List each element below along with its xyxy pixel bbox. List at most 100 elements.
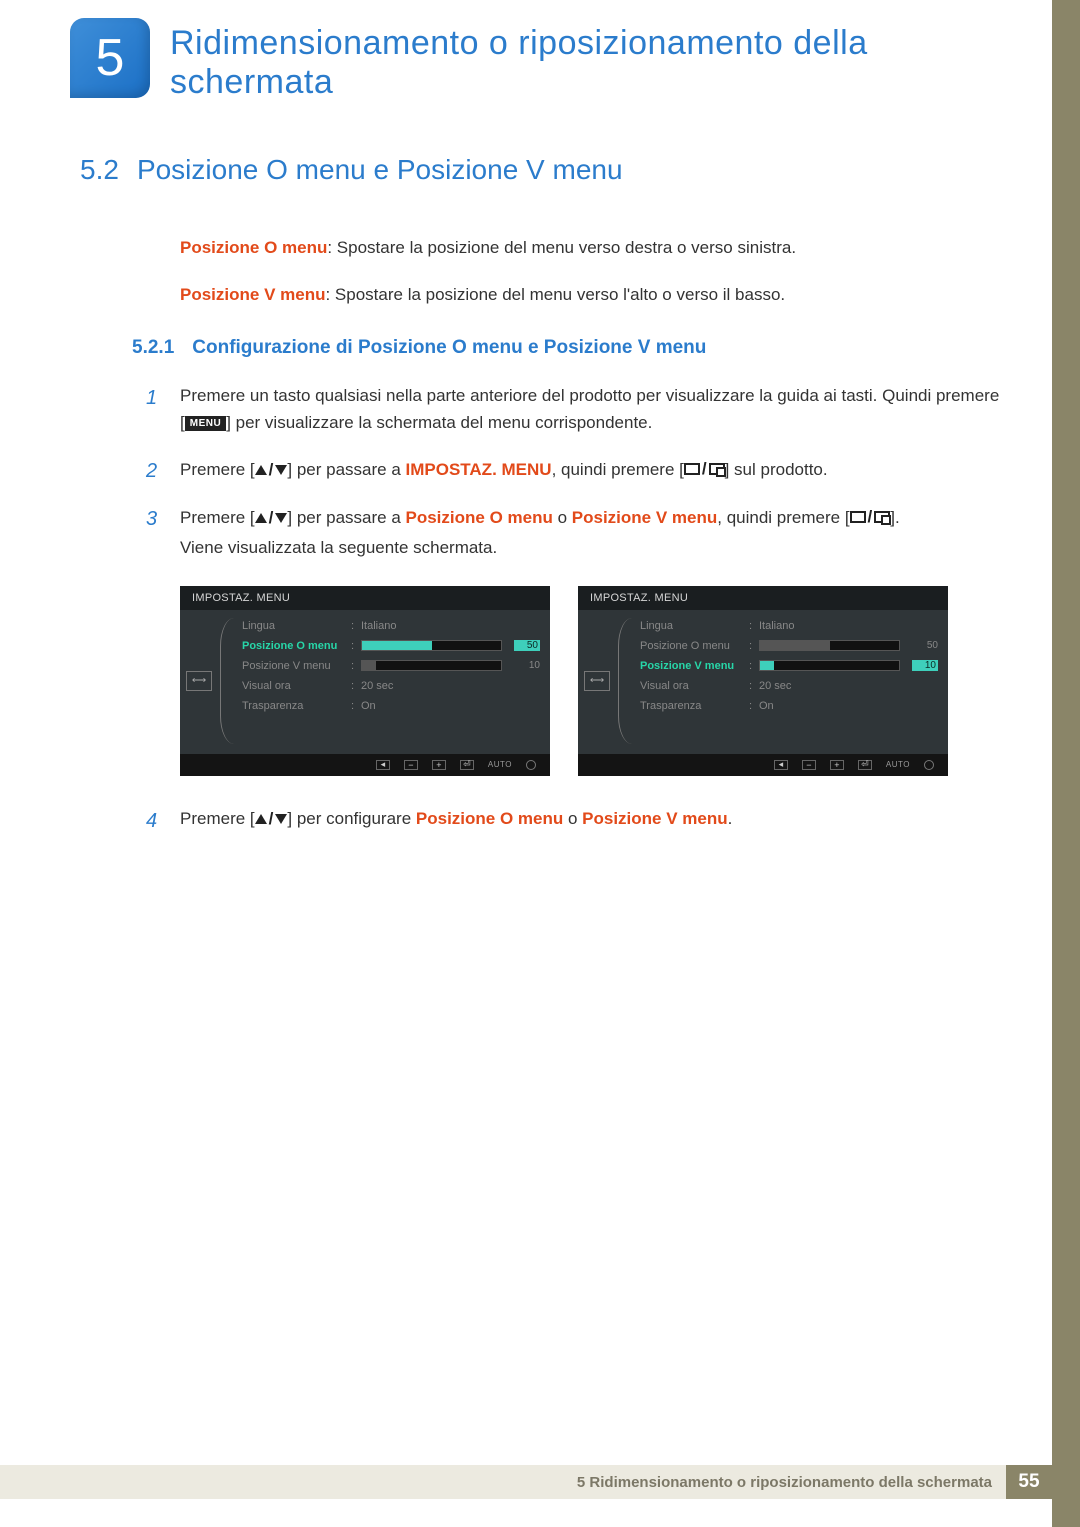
osd-side-icon: ⟷ <box>186 671 212 691</box>
osd-label: Trasparenza <box>640 700 745 712</box>
osd-curve-decoration <box>618 618 632 744</box>
osd-label: Posizione V menu <box>640 660 745 672</box>
chapter-number-badge: 5 <box>70 18 150 98</box>
page-footer: 5 Ridimensionamento o riposizionamento d… <box>0 1465 1052 1499</box>
step-text: ] per passare a <box>287 460 405 479</box>
side-accent-bar <box>1052 0 1080 1527</box>
osd-slider <box>759 660 900 671</box>
osd-item-poso: Posizione O menu:50 <box>242 640 540 652</box>
osd-item-time: Visual ora:20 sec <box>242 680 540 692</box>
footer-page-number: 55 <box>1006 1465 1052 1499</box>
osd-enter-icon: ⏎ <box>858 760 872 770</box>
triangle-down-icon <box>275 465 287 475</box>
osd-label: Posizione O menu <box>242 640 347 652</box>
osd-side-icon: ⟷ <box>584 671 610 691</box>
step-highlight: Posizione O menu <box>416 809 563 828</box>
step-text: ] per passare a <box>287 508 405 527</box>
osd-value: Italiano <box>361 620 540 632</box>
section-title: Posizione O menu e Posizione V menu <box>137 154 623 186</box>
step-number: 4 <box>146 806 162 837</box>
osd-screenshots: IMPOSTAZ. MENU ⟷ Lingua:Italiano Posizio… <box>180 586 1000 776</box>
osd-title: IMPOSTAZ. MENU <box>578 586 948 610</box>
intro-label-2: Posizione V menu <box>180 285 325 304</box>
osd-value: 20 sec <box>759 680 938 692</box>
osd-label: Visual ora <box>640 680 745 692</box>
osd-auto-label: AUTO <box>488 760 512 769</box>
intro-text-2: : Spostare la posizione del menu verso l… <box>325 285 785 304</box>
osd-value: 10 <box>514 660 540 671</box>
osd-label: Lingua <box>242 620 347 632</box>
osd-left-icon: ◂ <box>774 760 788 770</box>
step-text: Premere [ <box>180 809 255 828</box>
triangle-down-icon <box>275 814 287 824</box>
rect-enter-icon <box>709 463 725 475</box>
menu-key-icon: MENU <box>185 416 226 431</box>
intro-paragraph-2: Posizione V menu: Spostare la posizione … <box>180 283 1000 308</box>
osd-auto-label: AUTO <box>886 760 910 769</box>
step-highlight: Posizione O menu <box>406 508 553 527</box>
step-text: Premere [ <box>180 508 255 527</box>
rect-icon <box>684 463 700 475</box>
up-down-key-icon: / <box>255 806 288 832</box>
osd-plus-icon: + <box>432 760 446 770</box>
osd-label: Lingua <box>640 620 745 632</box>
osd-item-trans: Trasparenza:On <box>640 700 938 712</box>
osd-minus-icon: − <box>404 760 418 770</box>
osd-value: 20 sec <box>361 680 540 692</box>
intro-text-1: : Spostare la posizione del menu verso d… <box>327 238 796 257</box>
osd-slider <box>759 640 900 651</box>
intro-label-1: Posizione O menu <box>180 238 327 257</box>
osd-value: Italiano <box>759 620 938 632</box>
step-highlight: Posizione V menu <box>582 809 727 828</box>
step-text: ] per configurare <box>287 809 416 828</box>
enter-key-icon: / <box>850 504 891 530</box>
intro-paragraph-1: Posizione O menu: Spostare la posizione … <box>180 236 1000 261</box>
subsection-number: 5.2.1 <box>132 337 174 359</box>
step-3: 3 Premere [/] per passare a Posizione O … <box>146 504 1000 566</box>
step-text: ] sul prodotto. <box>725 460 828 479</box>
osd-item-poso: Posizione O menu:50 <box>640 640 938 652</box>
step-text: Viene visualizzata la seguente schermata… <box>180 535 900 561</box>
osd-button-bar: ◂ − + ⏎ AUTO <box>578 754 948 776</box>
step-number: 1 <box>146 383 162 440</box>
enter-key-icon: / <box>684 456 725 482</box>
osd-item-posv: Posizione V menu:10 <box>640 660 938 672</box>
osd-curve-decoration <box>220 618 234 744</box>
osd-panel-v: IMPOSTAZ. MENU ⟷ Lingua:Italiano Posizio… <box>578 586 948 776</box>
rect-icon <box>850 511 866 523</box>
osd-title: IMPOSTAZ. MENU <box>180 586 550 610</box>
osd-value: 50 <box>912 640 938 651</box>
step-4: 4 Premere [/] per configurare Posizione … <box>146 806 1000 837</box>
section-number: 5.2 <box>80 154 119 186</box>
osd-minus-icon: − <box>802 760 816 770</box>
osd-item-time: Visual ora:20 sec <box>640 680 938 692</box>
chapter-title: Ridimensionamento o riposizionamento del… <box>170 24 1020 102</box>
osd-label: Trasparenza <box>242 700 347 712</box>
osd-panel-h: IMPOSTAZ. MENU ⟷ Lingua:Italiano Posizio… <box>180 586 550 776</box>
step-highlight: Posizione V menu <box>572 508 717 527</box>
osd-label: Posizione O menu <box>640 640 745 652</box>
subsection-title: Configurazione di Posizione O menu e Pos… <box>192 337 706 359</box>
triangle-up-icon <box>255 814 267 824</box>
osd-plus-icon: + <box>830 760 844 770</box>
step-text: o <box>553 508 572 527</box>
osd-left-icon: ◂ <box>376 760 390 770</box>
osd-item-lang: Lingua:Italiano <box>640 620 938 632</box>
osd-value: On <box>361 700 540 712</box>
up-down-key-icon: / <box>255 457 288 483</box>
section-heading: 5.2 Posizione O menu e Posizione V menu <box>80 154 1000 186</box>
step-text: , quindi premere [ <box>552 460 684 479</box>
osd-item-posv: Posizione V menu:10 <box>242 660 540 672</box>
step-highlight: IMPOSTAZ. MENU <box>406 460 552 479</box>
footer-chapter-label: 5 Ridimensionamento o riposizionamento d… <box>577 1474 1006 1491</box>
step-text: Premere [ <box>180 460 255 479</box>
up-down-key-icon: / <box>255 505 288 531</box>
triangle-up-icon <box>255 465 267 475</box>
osd-enter-icon: ⏎ <box>460 760 474 770</box>
step-text: o <box>563 809 582 828</box>
step-1: 1 Premere un tasto qualsiasi nella parte… <box>146 383 1000 440</box>
osd-power-icon <box>526 760 536 770</box>
osd-label: Visual ora <box>242 680 347 692</box>
osd-item-trans: Trasparenza:On <box>242 700 540 712</box>
step-text: , quindi premere [ <box>717 508 849 527</box>
